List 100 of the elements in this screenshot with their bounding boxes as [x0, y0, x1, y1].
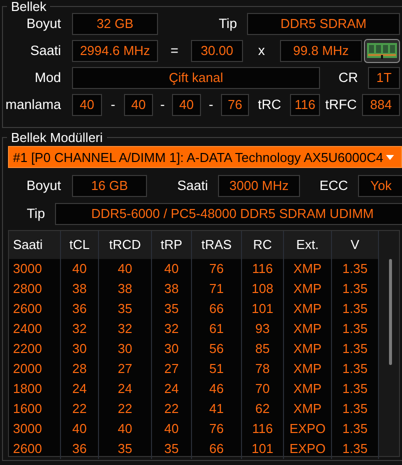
- scrollbar-thumb[interactable]: [389, 259, 392, 365]
- field-label: Saati: [177, 179, 208, 193]
- table-cell: 30: [61, 339, 99, 359]
- table-cell: 2000: [9, 359, 61, 379]
- table-cell: 116: [242, 259, 284, 279]
- column-header[interactable]: RC: [242, 231, 284, 259]
- table-cell: 40: [61, 259, 99, 279]
- clock-field: 3000 MHz: [218, 175, 300, 197]
- size-field: 16 GB: [72, 175, 147, 197]
- table-cell: 93: [242, 319, 284, 339]
- table-cell: 36: [61, 299, 99, 319]
- table-cell: 40: [152, 419, 192, 439]
- column-header[interactable]: Ext.: [284, 231, 332, 259]
- table-cell: 2600: [9, 299, 61, 319]
- table-cell: XMP: [284, 279, 332, 299]
- table-cell: 38: [152, 279, 192, 299]
- type-field: DDR5 SDRAM: [247, 13, 400, 35]
- table-cell: 22: [152, 399, 192, 419]
- field-label: -: [160, 98, 165, 112]
- field-label: x: [258, 44, 265, 58]
- table-cell: 70: [242, 379, 284, 399]
- table-cell: 2400: [9, 319, 61, 339]
- table-cell: 78: [242, 359, 284, 379]
- table-cell: XMP: [284, 339, 332, 359]
- field-label: tRFC: [325, 98, 357, 112]
- table-cell: 30: [99, 339, 152, 359]
- table-cell: 2200: [9, 339, 61, 359]
- table-cell: 40: [61, 419, 99, 439]
- type-field: DDR5-6000 / PC5-48000 DDR5 SDRAM UDIMM: [55, 203, 402, 225]
- table-cell: XMP: [284, 359, 332, 379]
- column-header[interactable]: tRP: [152, 231, 192, 259]
- group-title: Bellek Modülleri: [10, 131, 104, 144]
- multiplier-field: 30.00: [191, 40, 243, 62]
- field-label: ECC: [319, 179, 348, 193]
- table-cell: 32: [99, 319, 152, 339]
- table-cell: 3000: [9, 259, 61, 279]
- table-cell: 35: [99, 299, 152, 319]
- table-cell: 32: [152, 319, 192, 339]
- table-cell: 1800: [9, 379, 61, 399]
- table-cell: XMP: [284, 299, 332, 319]
- caret-icon: [386, 154, 394, 160]
- bus-clock-field: 99.8 MHz: [280, 40, 362, 62]
- table-cell: XMP: [284, 259, 332, 279]
- table-cell: 61: [192, 319, 242, 339]
- table-cell: 2800: [9, 279, 61, 299]
- table-cell: 66: [192, 299, 242, 319]
- trfc-field: 884: [362, 94, 400, 116]
- module-dropdown[interactable]: #1 [P0 CHANNEL A/DIMM 1]: A-DATA Technology AX5U6000C4: [8, 146, 402, 168]
- table-cell: 38: [61, 279, 99, 299]
- table-cell: 108: [242, 279, 284, 299]
- table-cell: 22: [61, 399, 99, 419]
- table-cell: 2600: [9, 439, 61, 459]
- field-label: Tip: [218, 17, 237, 31]
- field-label: Tip: [26, 207, 45, 221]
- field-label: -: [208, 98, 214, 112]
- table-cell: 62: [242, 399, 284, 419]
- table-cell: 38: [99, 279, 152, 299]
- field-label: =: [170, 44, 178, 58]
- table-cell: 36: [61, 439, 99, 459]
- table-cell: 41: [192, 399, 242, 419]
- timing-field: 40: [72, 94, 102, 116]
- table-cell: 76: [192, 419, 242, 439]
- table-cell: 24: [99, 379, 152, 399]
- field-label: CR: [338, 71, 358, 85]
- field-label: -: [110, 98, 116, 112]
- table-cell: XMP: [284, 379, 332, 399]
- table-cell: 3000: [9, 419, 61, 439]
- field-label: tRC: [258, 98, 282, 112]
- column-header[interactable]: tCL: [61, 231, 99, 259]
- table-cell: 66: [192, 439, 242, 459]
- mode-field: Çift kanal: [72, 67, 320, 89]
- table-cell: 116: [242, 419, 284, 439]
- timing-field: 40: [124, 94, 153, 116]
- table-cell: 71: [192, 279, 242, 299]
- field-label: Mod: [34, 71, 61, 85]
- table-cell: 28: [61, 359, 99, 379]
- ecc-field: Yok: [358, 175, 402, 197]
- table-cell: 51: [192, 359, 242, 379]
- column-header[interactable]: Saati: [9, 231, 61, 259]
- table-cell: 85: [242, 339, 284, 359]
- clock-field: 2994.6 MHz: [72, 40, 158, 62]
- column-header[interactable]: V: [332, 231, 379, 259]
- group-title: Bellek: [10, 0, 48, 13]
- table-cell: 56: [192, 339, 242, 359]
- trc-field: 116: [290, 94, 320, 116]
- column-header[interactable]: tRAS: [192, 231, 242, 259]
- table-cell: 101: [242, 439, 284, 459]
- field-label: manlama: [5, 98, 61, 112]
- size-field: 32 GB: [72, 13, 158, 35]
- table-cell: 27: [152, 359, 192, 379]
- table-cell: 35: [99, 439, 152, 459]
- scrollbar-track[interactable]: [379, 231, 399, 456]
- table-cell: XMP: [284, 399, 332, 419]
- table-cell: 27: [99, 359, 152, 379]
- timing-field: 76: [221, 94, 249, 116]
- table-cell: 32: [61, 319, 99, 339]
- table-cell: 24: [61, 379, 99, 399]
- table-cell: 76: [192, 259, 242, 279]
- command-rate-field: 1T: [368, 67, 400, 89]
- column-header[interactable]: tRCD: [99, 231, 152, 259]
